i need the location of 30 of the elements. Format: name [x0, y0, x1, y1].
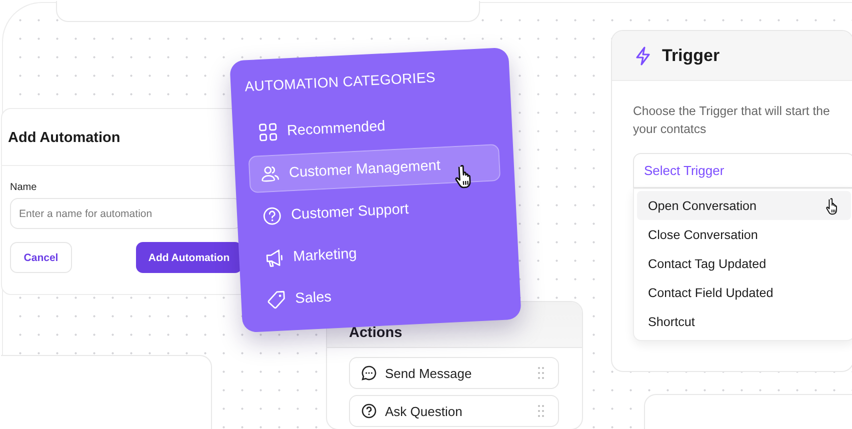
description-text: your contatcs: [633, 121, 706, 138]
hand-cursor-icon: [825, 198, 839, 215]
dropdown-option[interactable]: Contact Field Updated: [637, 278, 851, 307]
megaphone-icon: [264, 247, 285, 268]
card-title: Actions: [349, 325, 402, 341]
trigger-select-field[interactable]: Select Trigger: [633, 153, 852, 188]
cancel-button[interactable]: Cancel: [10, 242, 72, 273]
action-item[interactable]: Send Message: [349, 357, 559, 389]
tag-icon: [266, 289, 287, 310]
description-text: Choose the Trigger that will start the: [633, 103, 830, 120]
lightning-icon: [634, 46, 652, 66]
question-icon: [361, 403, 377, 419]
panel-title: AUTOMATION CATEGORIES: [244, 68, 437, 94]
action-item[interactable]: Ask Question: [349, 395, 559, 427]
category-item[interactable]: Marketing: [252, 234, 373, 278]
drag-handle-icon: [538, 367, 544, 379]
action-label: Ask Question: [385, 404, 464, 418]
field-label: Name: [10, 182, 38, 193]
card-title: Trigger: [662, 46, 720, 66]
category-item[interactable]: Sales: [254, 278, 348, 319]
action-label: Send Message: [385, 366, 473, 380]
dropdown-option[interactable]: Shortcut: [637, 307, 851, 336]
help-icon: [262, 205, 283, 226]
drag-handle-icon: [538, 405, 544, 417]
add-automation-button[interactable]: Add Automation: [136, 242, 242, 273]
chat-icon: [361, 365, 377, 381]
dropdown-option[interactable]: Close Conversation: [637, 220, 851, 249]
grid-icon: [258, 121, 278, 142]
dropdown-option[interactable]: Contact Tag Updated: [637, 249, 851, 278]
dropdown-option[interactable]: Open Conversation: [637, 191, 851, 220]
